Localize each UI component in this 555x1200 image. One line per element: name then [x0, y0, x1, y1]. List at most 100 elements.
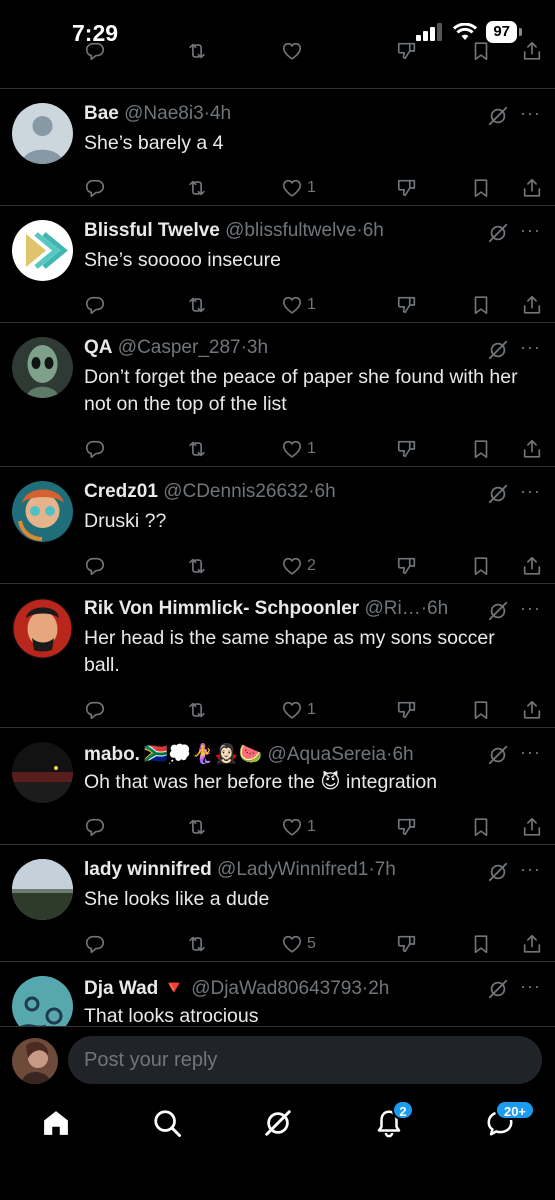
bookmark-button[interactable] — [470, 816, 492, 838]
bookmark-button[interactable] — [470, 294, 492, 316]
repost-button[interactable] — [186, 294, 212, 316]
nav-home[interactable] — [41, 1108, 75, 1142]
bookmark-button[interactable] — [470, 555, 492, 577]
tweet-reply[interactable]: Credz01 @CDennis26632·6h ··· Druski ?? 2 — [0, 466, 555, 583]
author-handle[interactable]: @CDennis26632 — [163, 481, 308, 502]
bookmark-button[interactable] — [470, 40, 492, 62]
more-icon[interactable]: ··· — [520, 481, 541, 502]
like-button[interactable]: 1 — [281, 177, 316, 199]
downvote-button[interactable] — [396, 933, 418, 955]
reply-button[interactable] — [84, 699, 110, 721]
grok-button[interactable] — [487, 600, 509, 622]
nav-notifications[interactable]: 2 — [374, 1100, 414, 1142]
author-name[interactable]: QA — [84, 337, 113, 358]
reply-button[interactable] — [84, 816, 110, 838]
tweet-reply[interactable]: Blissful Twelve @blissfultwelve·6h ··· She… — [0, 205, 555, 322]
reply-button[interactable] — [84, 40, 106, 62]
like-button[interactable]: 2 — [281, 555, 316, 577]
downvote-button[interactable] — [396, 40, 418, 62]
tweet-timestamp[interactable]: 6h — [363, 220, 384, 241]
repost-button[interactable] — [186, 699, 212, 721]
share-button[interactable] — [521, 555, 543, 577]
tweet-timestamp[interactable]: 3h — [247, 337, 268, 358]
grok-button[interactable] — [487, 744, 509, 766]
reply-button[interactable] — [84, 294, 110, 316]
bookmark-button[interactable] — [470, 699, 492, 721]
nav-search[interactable] — [152, 1108, 186, 1142]
tweet-reply[interactable]: Bae @Nae8i3·4h ··· She’s barely a 4 1 — [0, 88, 555, 205]
tweet-timestamp[interactable]: 2h — [368, 978, 389, 999]
share-button[interactable] — [521, 177, 543, 199]
like-button[interactable] — [281, 40, 303, 62]
bookmark-button[interactable] — [470, 933, 492, 955]
share-button[interactable] — [521, 933, 543, 955]
author-handle[interactable]: @AquaSereia — [268, 744, 387, 765]
more-icon[interactable]: ··· — [520, 859, 541, 880]
more-icon[interactable]: ··· — [520, 598, 541, 619]
author-name[interactable]: mabo. — [84, 744, 140, 765]
author-name[interactable]: Blissful Twelve — [84, 220, 220, 241]
reply-button[interactable] — [84, 177, 110, 199]
repost-button[interactable] — [186, 933, 212, 955]
avatar[interactable] — [12, 598, 73, 659]
grok-button[interactable] — [487, 483, 509, 505]
more-icon[interactable]: ··· — [520, 220, 541, 241]
current-user-avatar[interactable] — [12, 1038, 58, 1084]
more-icon[interactable]: ··· — [520, 103, 541, 124]
avatar[interactable] — [12, 481, 73, 542]
repost-button[interactable] — [186, 816, 212, 838]
avatar[interactable] — [12, 220, 73, 281]
tweet-timestamp[interactable]: 6h — [392, 744, 413, 765]
grok-button[interactable] — [487, 861, 509, 883]
author-name[interactable]: Credz01 — [84, 481, 158, 502]
grok-button[interactable] — [487, 222, 509, 244]
nav-messages[interactable]: 20+ — [485, 1100, 535, 1142]
downvote-button[interactable] — [396, 177, 418, 199]
reply-button[interactable] — [84, 438, 110, 460]
author-name[interactable]: Rik Von Himmlick- Schpoonler — [84, 598, 359, 619]
downvote-button[interactable] — [396, 555, 418, 577]
share-button[interactable] — [521, 294, 543, 316]
tweet-reply[interactable]: QA @Casper_287·3h ··· Don’t forget the pea… — [0, 322, 555, 466]
grok-button[interactable] — [487, 339, 509, 361]
tweet-timestamp[interactable]: 7h — [375, 859, 396, 880]
tweet-timestamp[interactable]: 6h — [315, 481, 336, 502]
tweet-reply[interactable]: Rik Von Himmlick- Schpoonler @Ri…·6h ··· H… — [0, 583, 555, 727]
avatar[interactable] — [12, 103, 73, 164]
like-button[interactable]: 1 — [281, 816, 316, 838]
author-name[interactable]: lady winnifred — [84, 859, 212, 880]
author-name[interactable]: Bae — [84, 103, 119, 124]
grok-button[interactable] — [487, 105, 509, 127]
repost-button[interactable] — [186, 438, 212, 460]
downvote-button[interactable] — [396, 438, 418, 460]
downvote-button[interactable] — [396, 699, 418, 721]
tweet-timestamp[interactable]: 4h — [210, 103, 231, 124]
repost-button[interactable] — [186, 40, 208, 62]
author-handle[interactable]: @Casper_287 — [118, 337, 241, 358]
tweet-reply[interactable]: lady winnifred @LadyWinnifred1·7h ··· She … — [0, 844, 555, 961]
author-handle[interactable]: @LadyWinnifred1 — [217, 859, 368, 880]
author-handle[interactable]: @blissfultwelve — [225, 220, 356, 241]
downvote-button[interactable] — [396, 816, 418, 838]
avatar[interactable] — [12, 859, 73, 920]
avatar[interactable] — [12, 337, 73, 398]
reply-button[interactable] — [84, 933, 110, 955]
share-button[interactable] — [521, 816, 543, 838]
tweet-reply[interactable]: mabo. 🇿🇦💭🧜‍♀️🧛🏻‍♀️🍉 @AquaSereia·6h ··· Oh t… — [0, 727, 555, 844]
share-button[interactable] — [521, 40, 543, 62]
author-handle[interactable]: @Ri… — [364, 598, 420, 619]
author-name[interactable]: Dja Wad — [84, 978, 158, 999]
reply-feed[interactable]: Bae @Nae8i3·4h ··· She’s barely a 4 1 Blissf… — [0, 36, 555, 1026]
like-button[interactable]: 1 — [281, 438, 316, 460]
avatar[interactable] — [12, 976, 73, 1026]
like-button[interactable]: 1 — [281, 699, 316, 721]
more-icon[interactable]: ··· — [520, 742, 541, 763]
like-button[interactable]: 1 — [281, 294, 316, 316]
tweet-reply[interactable]: Dja Wad 🔻 @DjaWad80643793·2h ··· That looks… — [0, 961, 555, 1026]
bookmark-button[interactable] — [470, 177, 492, 199]
more-icon[interactable]: ··· — [520, 976, 541, 997]
more-icon[interactable]: ··· — [520, 337, 541, 358]
repost-button[interactable] — [186, 177, 212, 199]
grok-button[interactable] — [487, 978, 509, 1000]
author-handle[interactable]: @DjaWad80643793 — [191, 978, 362, 999]
